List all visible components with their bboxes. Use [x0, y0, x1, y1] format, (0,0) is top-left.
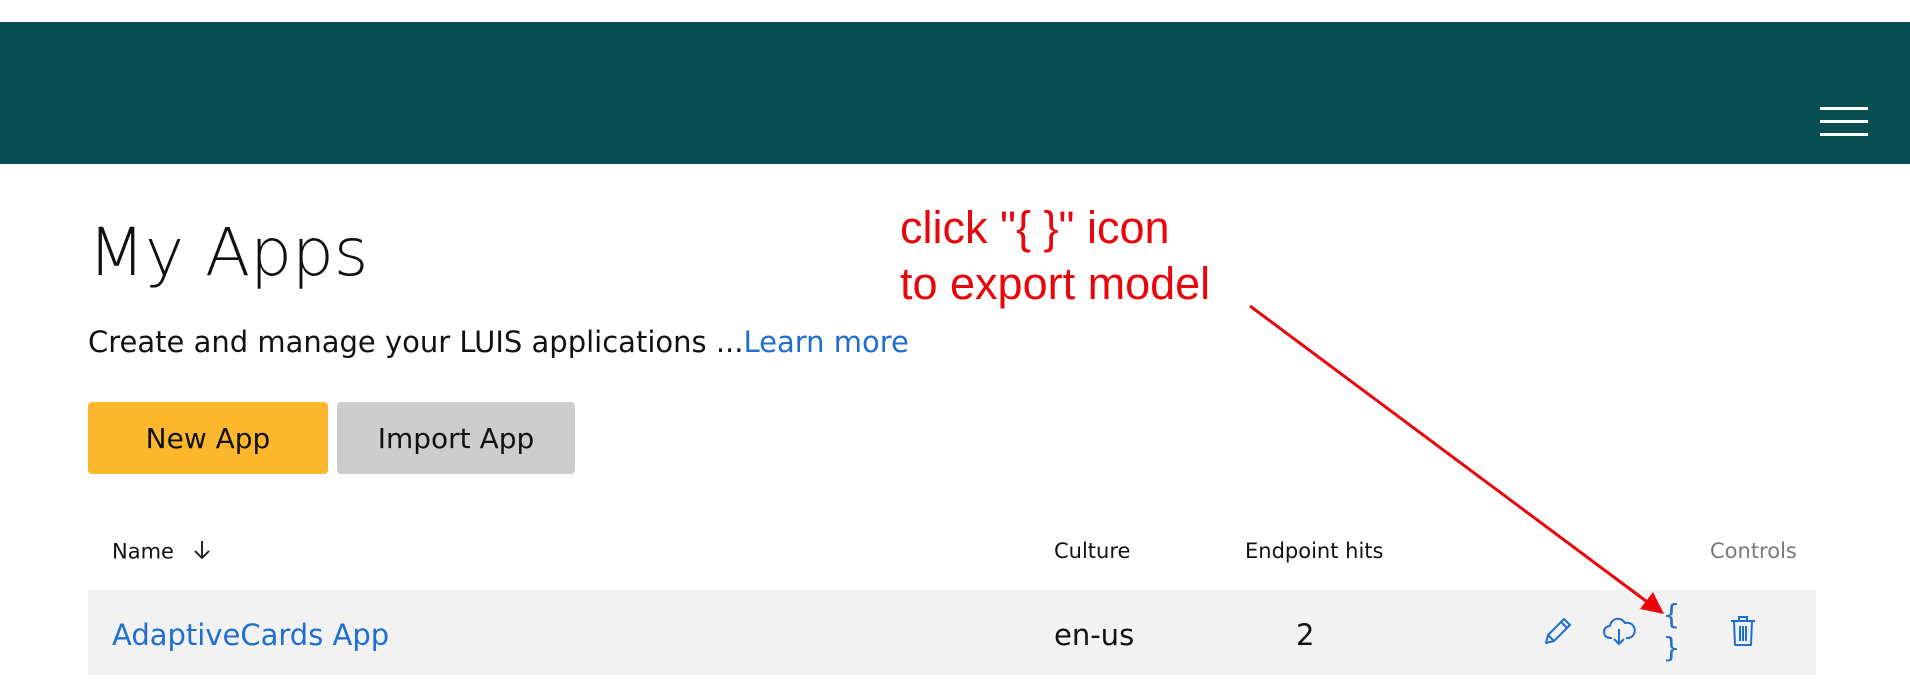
page-subtitle: Create and manage your LUIS applications…: [88, 325, 909, 359]
app-name-link[interactable]: AdaptiveCards App: [112, 618, 389, 652]
subtitle-text: Create and manage your LUIS applications…: [88, 325, 744, 359]
menu-line: [1820, 120, 1868, 123]
app-culture: en-us: [1054, 618, 1135, 652]
column-header-endpoint-hits: Endpoint hits: [1245, 539, 1384, 563]
hamburger-menu-icon[interactable]: [1820, 107, 1868, 137]
menu-line: [1820, 133, 1868, 136]
arrow-down-icon[interactable]: [193, 539, 211, 566]
annotation-text: click "{ }" icon to export model: [900, 202, 1211, 309]
learn-more-link[interactable]: Learn more: [744, 325, 909, 359]
table-row: AdaptiveCards App en-us 2 { }: [88, 590, 1816, 675]
braces-glyph: { }: [1663, 598, 1681, 664]
pencil-edit-icon[interactable]: [1540, 612, 1576, 650]
new-app-button[interactable]: New App: [88, 402, 328, 474]
column-header-name-label: Name: [112, 539, 174, 564]
page-title: My Apps: [88, 214, 369, 291]
cloud-download-icon[interactable]: [1601, 612, 1637, 650]
menu-line: [1820, 107, 1868, 110]
column-header-name[interactable]: Name: [112, 539, 211, 566]
column-header-culture: Culture: [1054, 539, 1131, 563]
top-bar: [0, 22, 1910, 164]
import-app-button[interactable]: Import App: [337, 402, 575, 474]
trash-delete-icon[interactable]: [1725, 612, 1761, 650]
column-header-controls: Controls: [1710, 539, 1797, 563]
braces-export-icon[interactable]: { }: [1663, 598, 1699, 664]
app-endpoint-hits: 2: [1296, 618, 1315, 652]
